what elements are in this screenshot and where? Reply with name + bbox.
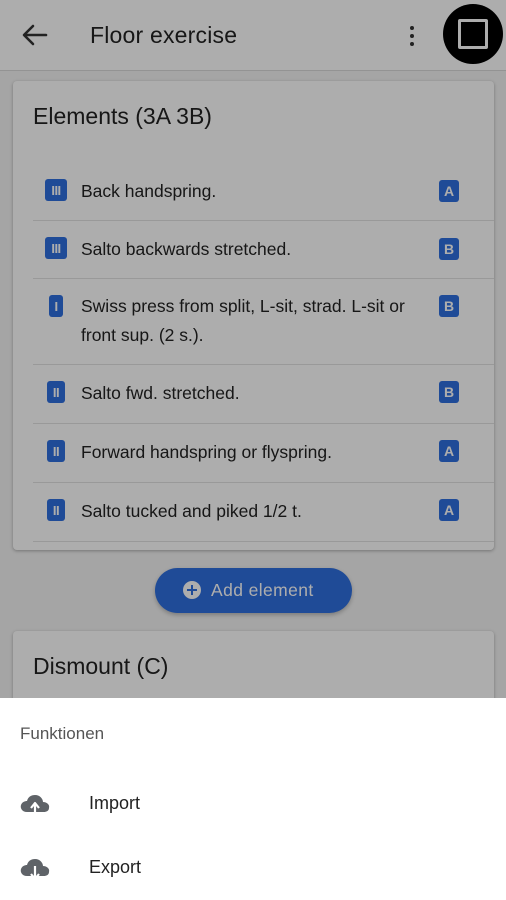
bottom-sheet: Funktionen Import Export	[0, 698, 506, 900]
sheet-item-import[interactable]: Import	[0, 778, 506, 832]
screen: Floor exercise Elements (3A 3B) III Back…	[0, 0, 506, 900]
sheet-heading: Funktionen	[20, 724, 105, 743]
sheet-item-export[interactable]: Export	[0, 842, 506, 896]
modal-scrim[interactable]	[0, 0, 506, 698]
sheet-item-label: Import	[89, 793, 141, 813]
cloud-download-icon	[18, 854, 52, 884]
sheet-item-label: Export	[89, 857, 142, 877]
cloud-upload-icon	[18, 790, 52, 820]
